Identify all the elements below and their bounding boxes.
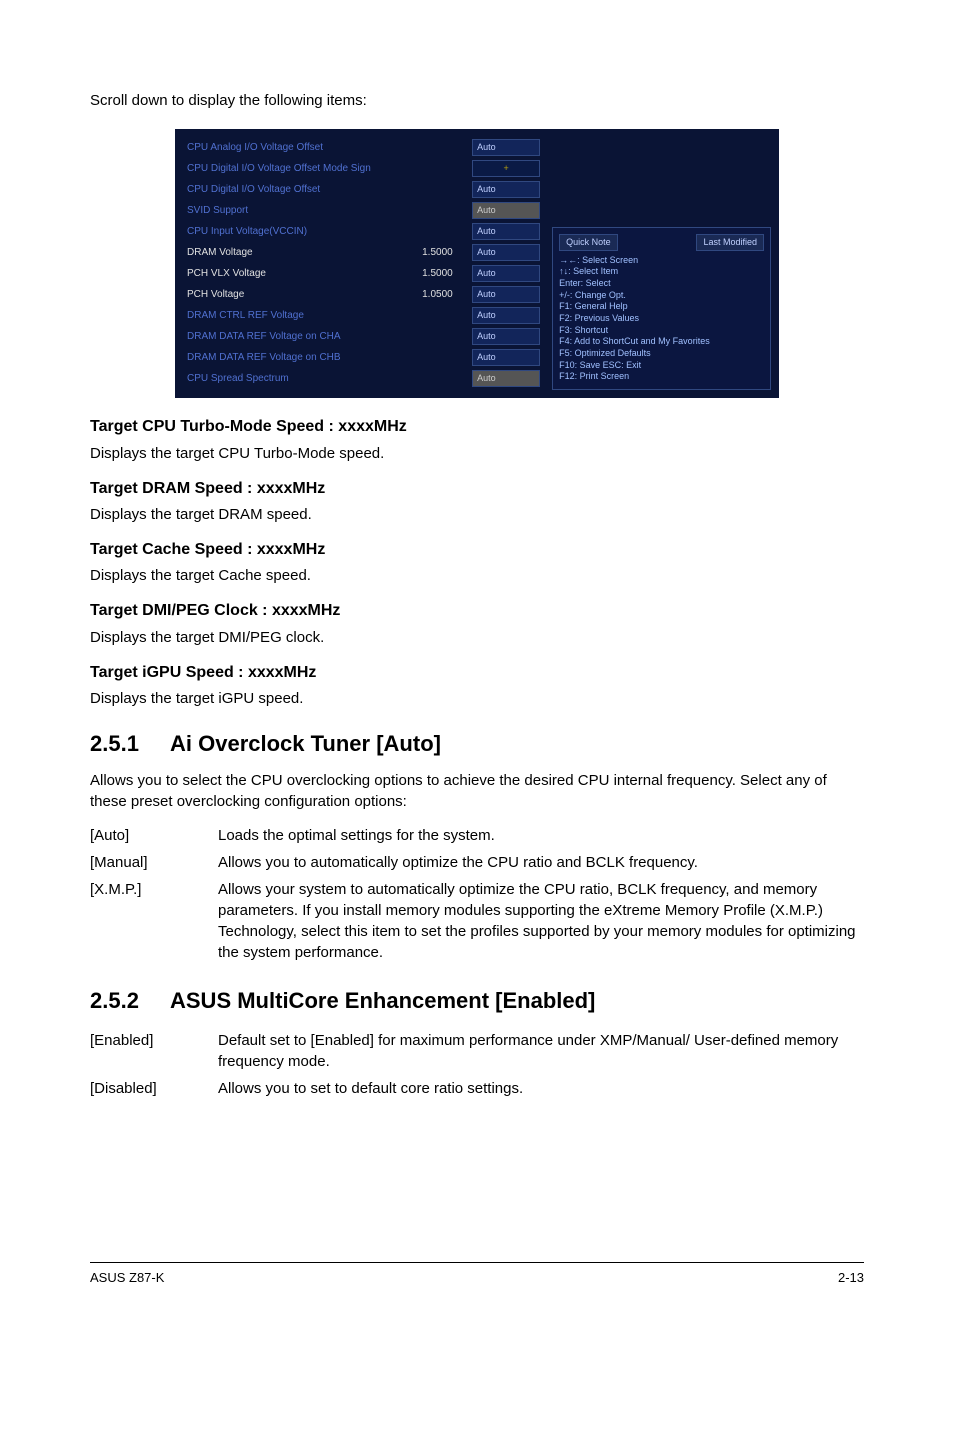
bios-row: CPU Digital I/O Voltage Offset Auto (183, 179, 544, 200)
target-heading: Target DRAM Speed : xxxxMHz (90, 478, 864, 500)
option-row: [Disabled]Allows you to set to default c… (90, 1075, 864, 1102)
target-desc: Displays the target CPU Turbo-Mode speed… (90, 443, 864, 464)
bios-dropdown: Auto (472, 139, 540, 156)
bios-value: 1.5000 (422, 246, 472, 260)
bios-dropdown: Auto (472, 244, 540, 261)
bios-row: PCH VLX Voltage1.5000Auto (183, 263, 544, 284)
bios-label: DRAM DATA REF Voltage on CHB (187, 351, 422, 365)
bios-label: DRAM CTRL REF Voltage (187, 309, 422, 323)
target-desc: Displays the target iGPU speed. (90, 688, 864, 709)
bios-label: CPU Digital I/O Voltage Offset (187, 183, 422, 197)
bios-row: DRAM CTRL REF Voltage Auto (183, 305, 544, 326)
option-row: [Auto]Loads the optimal settings for the… (90, 822, 864, 849)
bios-dropdown: + (472, 160, 540, 177)
bios-label: PCH VLX Voltage (187, 267, 422, 281)
bios-nav-line: ↑↓: Select Item (559, 266, 764, 278)
bios-nav-line: F12: Print Screen (559, 371, 764, 383)
option-key: [Enabled] (90, 1027, 218, 1075)
target-heading: Target iGPU Speed : xxxxMHz (90, 662, 864, 684)
bios-dropdown: Auto (472, 202, 540, 219)
option-value: Allows you to set to default core ratio … (218, 1075, 864, 1102)
bios-nav-line: F3: Shortcut (559, 325, 764, 337)
bios-dropdown: Auto (472, 370, 540, 387)
section-252-heading: 2.5.2ASUS MultiCore Enhancement [Enabled… (90, 986, 864, 1017)
bios-dropdown: Auto (472, 286, 540, 303)
option-key: [Auto] (90, 822, 218, 849)
bios-nav-line: F1: General Help (559, 301, 764, 313)
bios-row: DRAM DATA REF Voltage on CHB Auto (183, 347, 544, 368)
bios-value: 1.0500 (422, 288, 472, 302)
bios-nav-quicknote: Quick Note (559, 234, 618, 251)
intro-text: Scroll down to display the following ite… (90, 90, 864, 111)
option-row: [Manual]Allows you to automatically opti… (90, 849, 864, 876)
bios-nav-line: +/-: Change Opt. (559, 290, 764, 302)
bios-label: PCH Voltage (187, 288, 422, 302)
option-key: [Disabled] (90, 1075, 218, 1102)
bios-dropdown: Auto (472, 328, 540, 345)
option-key: [X.M.P.] (90, 876, 218, 966)
bios-row: PCH Voltage1.0500Auto (183, 284, 544, 305)
bios-row: CPU Analog I/O Voltage Offset Auto (183, 137, 544, 158)
option-value: Loads the optimal settings for the syste… (218, 822, 864, 849)
bios-label: CPU Input Voltage(VCCIN) (187, 225, 422, 239)
section-251-options: [Auto]Loads the optimal settings for the… (90, 822, 864, 966)
section-252-options: [Enabled]Default set to [Enabled] for ma… (90, 1027, 864, 1102)
option-key: [Manual] (90, 849, 218, 876)
bios-nav-box: Quick Note Last Modified →←: Select Scre… (552, 227, 771, 390)
bios-value: 1.5000 (422, 267, 472, 281)
footer-model: ASUS Z87-K (90, 1269, 164, 1287)
target-heading: Target CPU Turbo-Mode Speed : xxxxMHz (90, 416, 864, 438)
bios-label: CPU Spread Spectrum (187, 372, 422, 386)
bios-dropdown: Auto (472, 349, 540, 366)
bios-nav-line: F4: Add to ShortCut and My Favorites (559, 336, 764, 348)
option-row: [X.M.P.]Allows your system to automatica… (90, 876, 864, 966)
bios-dropdown: Auto (472, 265, 540, 282)
target-desc: Displays the target DRAM speed. (90, 504, 864, 525)
bios-label: DRAM Voltage (187, 246, 422, 260)
option-value: Allows your system to automatically opti… (218, 876, 864, 966)
page-footer: ASUS Z87-K 2-13 (90, 1262, 864, 1287)
bios-row: DRAM DATA REF Voltage on CHA Auto (183, 326, 544, 347)
bios-dropdown: Auto (472, 307, 540, 324)
bios-nav-line: Enter: Select (559, 278, 764, 290)
bios-nav-line: F2: Previous Values (559, 313, 764, 325)
bios-row: CPU Input Voltage(VCCIN) Auto (183, 221, 544, 242)
target-heading: Target DMI/PEG Clock : xxxxMHz (90, 600, 864, 622)
bios-label: DRAM DATA REF Voltage on CHA (187, 330, 422, 344)
option-value: Default set to [Enabled] for maximum per… (218, 1027, 864, 1075)
target-desc: Displays the target DMI/PEG clock. (90, 627, 864, 648)
option-row: [Enabled]Default set to [Enabled] for ma… (90, 1027, 864, 1075)
bios-label: CPU Analog I/O Voltage Offset (187, 141, 422, 155)
bios-row: CPU Spread Spectrum Auto (183, 368, 544, 389)
bios-screenshot: CPU Analog I/O Voltage OffsetAutoCPU Dig… (175, 129, 779, 398)
bios-nav-line: →←: Select Screen (559, 255, 764, 267)
target-heading: Target Cache Speed : xxxxMHz (90, 539, 864, 561)
bios-label: CPU Digital I/O Voltage Offset Mode Sign (187, 162, 422, 176)
section-251-heading: 2.5.1Ai Overclock Tuner [Auto] (90, 729, 864, 760)
section-251-desc: Allows you to select the CPU overclockin… (90, 770, 864, 812)
bios-row: SVID Support Auto (183, 200, 544, 221)
option-value: Allows you to automatically optimize the… (218, 849, 864, 876)
bios-label: SVID Support (187, 204, 422, 218)
bios-dropdown: Auto (472, 181, 540, 198)
bios-nav-line: F10: Save ESC: Exit (559, 360, 764, 372)
bios-row: CPU Digital I/O Voltage Offset Mode Sign… (183, 158, 544, 179)
footer-page: 2-13 (838, 1269, 864, 1287)
bios-row: DRAM Voltage1.5000Auto (183, 242, 544, 263)
target-desc: Displays the target Cache speed. (90, 565, 864, 586)
bios-dropdown: Auto (472, 223, 540, 240)
bios-nav-lastmod: Last Modified (696, 234, 764, 251)
bios-nav-line: F5: Optimized Defaults (559, 348, 764, 360)
